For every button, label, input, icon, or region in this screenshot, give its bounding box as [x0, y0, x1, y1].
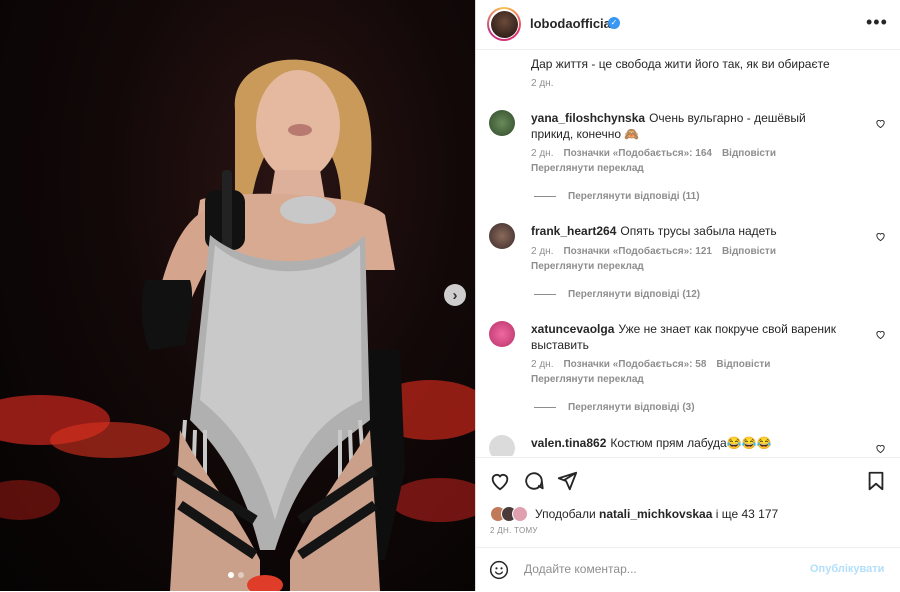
comment-time: 2 дн. — [531, 246, 554, 257]
comment-likes[interactable]: Позначки «Подобається»: 164 — [563, 148, 711, 159]
commenter-username[interactable]: xatuncevaolga — [531, 322, 614, 336]
view-replies-button[interactable]: Переглянути відповіді (12) — [534, 289, 700, 300]
comments-list[interactable]: Дар життя - це свобода жити його так, як… — [476, 50, 900, 456]
post-header: lobodaofficial ✓ ••• — [476, 0, 900, 50]
carousel-dot — [238, 572, 244, 578]
comment-text: frank_heart264 Опять трусы забыла надеть — [531, 223, 851, 239]
likes-text: Уподобали natali_michkovskaa і ще 43 177 — [535, 507, 778, 521]
post-caption: Дар життя - це свобода жити його так, як… — [531, 57, 830, 71]
comment-likes[interactable]: Позначки «Подобається»: 121 — [563, 246, 711, 257]
likes-count[interactable]: і ще 43 177 — [716, 507, 778, 521]
commenter-username[interactable]: frank_heart264 — [531, 224, 616, 238]
comment-text: valen.tina862 Костюм прям лабуда😂😂😂 — [531, 435, 851, 451]
performer-photo-illustration — [0, 59, 475, 591]
share-paper-plane-icon[interactable] — [556, 470, 578, 492]
like-comment-heart-icon[interactable] — [875, 118, 886, 129]
like-heart-icon[interactable] — [489, 470, 511, 492]
comment-likes[interactable]: Позначки «Подобається»: 58 — [563, 359, 706, 370]
comment-text: yana_filoshchynska Очень вульгарно - дешё… — [531, 110, 851, 142]
comment-input[interactable] — [522, 561, 796, 577]
commenter-username[interactable]: valen.tina862 — [531, 436, 606, 450]
author-username[interactable]: lobodaofficial — [530, 16, 615, 31]
like-comment-heart-icon[interactable] — [875, 231, 886, 242]
commenter-username[interactable]: yana_filoshchynska — [531, 111, 645, 125]
reply-button[interactable]: Відповісти — [716, 359, 770, 370]
post-photo[interactable]: › — [0, 0, 475, 591]
comment-bubble-icon[interactable] — [523, 470, 545, 492]
view-replies-label: Переглянути відповіді (11) — [568, 191, 700, 202]
like-comment-heart-icon[interactable] — [875, 329, 886, 340]
comment-message: Опять трусы забыла надеть — [620, 224, 777, 238]
commenter-avatar[interactable] — [489, 435, 515, 456]
see-translation-button[interactable]: Переглянути переклад — [531, 261, 644, 272]
post-actions: Уподобали natali_michkovskaa і ще 43 177… — [476, 457, 900, 548]
add-comment-bar: Опублікувати — [476, 547, 900, 592]
comment-text: xatuncevaolga Уже не знает как покруче св… — [531, 321, 851, 353]
publish-button[interactable]: Опублікувати — [810, 563, 884, 575]
post-timestamp: 2 ДН. ТОМУ — [490, 526, 538, 535]
caption-timestamp: 2 дн. — [531, 78, 554, 89]
emoji-icon[interactable] — [489, 560, 509, 580]
view-replies-label: Переглянути відповіді (12) — [568, 289, 701, 300]
liker-username[interactable]: natali_michkovskaa — [599, 507, 712, 521]
comment-message: Костюм прям лабуда😂😂😂 — [610, 436, 772, 450]
commenter-avatar[interactable] — [489, 110, 515, 136]
reply-button[interactable]: Відповісти — [722, 148, 776, 159]
view-replies-label: Переглянути відповіді (3) — [568, 402, 695, 413]
commenter-avatar[interactable] — [489, 223, 515, 249]
comment-time: 2 дн. — [531, 359, 554, 370]
more-options-icon[interactable]: ••• — [866, 12, 888, 33]
likes-prefix: Уподобали — [535, 507, 596, 521]
comment-meta: 2 дн. Позначки «Подобається»: 58 Відпові… — [531, 359, 770, 370]
comment-time: 2 дн. — [531, 148, 554, 159]
view-replies-button[interactable]: Переглянути відповіді (3) — [534, 402, 695, 413]
save-bookmark-icon[interactable] — [865, 470, 887, 492]
likes-summary[interactable]: Уподобали natali_michkovskaa і ще 43 177 — [490, 506, 778, 522]
next-photo-button[interactable]: › — [444, 284, 466, 306]
carousel-dot-active — [228, 572, 234, 578]
view-replies-button[interactable]: Переглянути відповіді (11) — [534, 191, 700, 202]
post-side-panel: lobodaofficial ✓ ••• Дар життя - це своб… — [475, 0, 900, 591]
comment-meta: 2 дн. Позначки «Подобається»: 164 Відпов… — [531, 148, 776, 159]
carousel-dots — [228, 572, 244, 578]
reply-button[interactable]: Відповісти — [722, 246, 776, 257]
see-translation-button[interactable]: Переглянути переклад — [531, 163, 644, 174]
like-comment-heart-icon[interactable] — [875, 443, 886, 454]
verified-badge-icon: ✓ — [608, 17, 620, 29]
author-avatar[interactable] — [487, 7, 521, 41]
liker-avatar — [512, 506, 528, 522]
commenter-avatar[interactable] — [489, 321, 515, 347]
comment-meta: 2 дн. Позначки «Подобається»: 121 Відпов… — [531, 246, 776, 257]
see-translation-button[interactable]: Переглянути переклад — [531, 374, 644, 385]
